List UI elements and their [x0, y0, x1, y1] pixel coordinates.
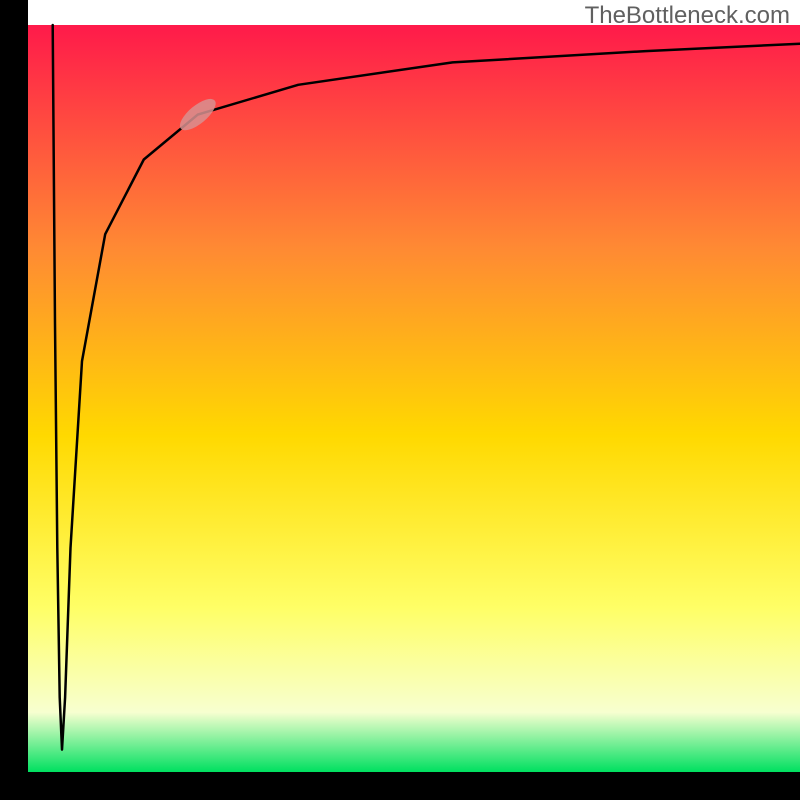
watermark-text: TheBottleneck.com — [585, 2, 790, 30]
bottleneck-chart: TheBottleneck.com — [0, 0, 800, 800]
y-axis — [0, 0, 28, 800]
x-axis — [0, 772, 800, 800]
plot-gradient-background — [28, 25, 800, 772]
chart-svg — [0, 0, 800, 800]
